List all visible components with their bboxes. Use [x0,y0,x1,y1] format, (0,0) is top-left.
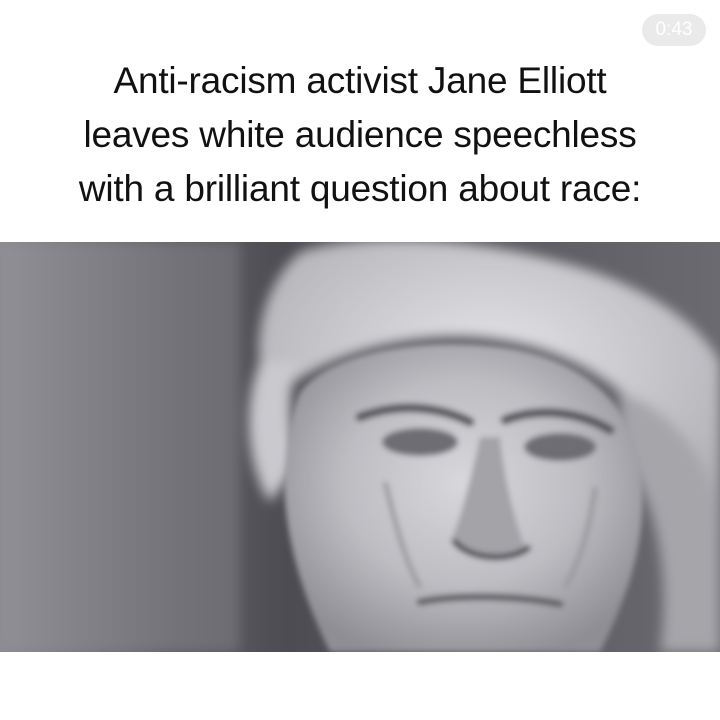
bottom-margin [0,652,720,720]
post-caption: Anti-racism activist Jane Elliott leaves… [10,54,710,216]
caption-line: leaves white audience speechless [83,114,637,155]
caption-line: with a brilliant question about race: [78,168,642,209]
video-player[interactable] [0,242,720,652]
video-timer: 0:43 [642,14,706,46]
video-post: Anti-racism activist Jane Elliott leaves… [0,0,720,720]
video-still [0,242,720,652]
caption-line: Anti-racism activist Jane Elliott [113,60,607,101]
